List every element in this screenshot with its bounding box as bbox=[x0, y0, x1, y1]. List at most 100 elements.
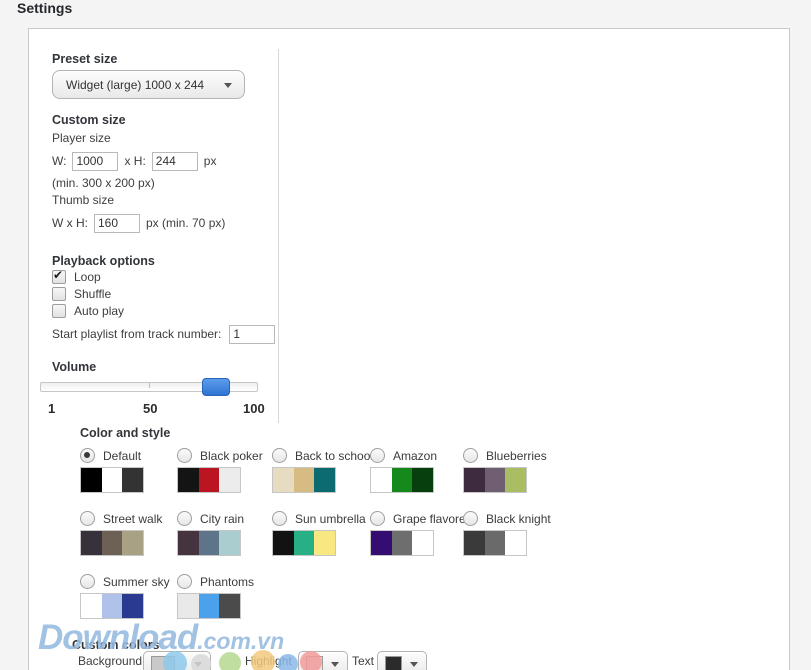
style-option-summer-sky[interactable]: Summer sky bbox=[80, 574, 172, 619]
color-swatch bbox=[178, 468, 199, 492]
style-option-blueberries[interactable]: Blueberries bbox=[463, 448, 555, 493]
color-swatch bbox=[199, 594, 220, 618]
color-swatch bbox=[412, 531, 433, 555]
radio-blueberries[interactable] bbox=[463, 448, 478, 463]
style-label-sun-umbrella: Sun umbrella bbox=[295, 512, 366, 526]
volume-max-label: 100 bbox=[243, 401, 265, 416]
style-label-phantoms: Phantoms bbox=[200, 575, 254, 589]
color-swatch bbox=[199, 468, 220, 492]
autoplay-option[interactable]: Auto play bbox=[52, 304, 124, 318]
radio-city-rain[interactable] bbox=[177, 511, 192, 526]
style-swatches-amazon bbox=[370, 467, 434, 493]
thumb-size-input[interactable] bbox=[94, 214, 140, 233]
preset-size-value: Widget (large) 1000 x 244 bbox=[53, 78, 204, 92]
style-label-back-to-school: Back to school bbox=[295, 449, 373, 463]
shuffle-label: Shuffle bbox=[74, 287, 111, 301]
color-swatch bbox=[505, 531, 526, 555]
style-option-grape-flavored[interactable]: Grape flavored bbox=[370, 511, 462, 556]
style-label-grape-flavored: Grape flavored bbox=[393, 512, 472, 526]
radio-black-knight[interactable] bbox=[463, 511, 478, 526]
radio-street-walk[interactable] bbox=[80, 511, 95, 526]
style-swatches-city-rain bbox=[177, 530, 241, 556]
style-option-amazon[interactable]: Amazon bbox=[370, 448, 462, 493]
highlight-color-dropdown[interactable] bbox=[298, 651, 348, 670]
color-swatch bbox=[102, 594, 123, 618]
radio-phantoms[interactable] bbox=[177, 574, 192, 589]
background-color-dropdown[interactable] bbox=[143, 651, 211, 670]
loop-option[interactable]: Loop bbox=[52, 270, 101, 284]
page-title: Settings bbox=[17, 0, 72, 16]
player-height-input[interactable] bbox=[152, 152, 198, 171]
color-swatch bbox=[485, 468, 506, 492]
radio-sun-umbrella[interactable] bbox=[272, 511, 287, 526]
px-label: px bbox=[204, 154, 217, 168]
player-width-input[interactable] bbox=[72, 152, 118, 171]
style-option-black-knight[interactable]: Black knight bbox=[463, 511, 555, 556]
color-swatch bbox=[122, 531, 143, 555]
radio-black-poker[interactable] bbox=[177, 448, 192, 463]
radio-amazon[interactable] bbox=[370, 448, 385, 463]
color-swatch bbox=[485, 531, 506, 555]
color-swatch bbox=[102, 468, 123, 492]
start-track-label: Start playlist from track number: bbox=[52, 327, 221, 341]
text-swatch bbox=[385, 656, 402, 670]
radio-grape-flavored[interactable] bbox=[370, 511, 385, 526]
style-swatches-street-walk bbox=[80, 530, 144, 556]
style-option-default[interactable]: Default bbox=[80, 448, 172, 493]
shuffle-option[interactable]: Shuffle bbox=[52, 287, 111, 301]
style-option-sun-umbrella[interactable]: Sun umbrella bbox=[272, 511, 364, 556]
volume-slider-handle[interactable] bbox=[202, 378, 230, 396]
height-label: x H: bbox=[124, 154, 145, 168]
custom-size-heading: Custom size bbox=[52, 113, 126, 127]
color-swatch bbox=[81, 468, 102, 492]
color-swatch bbox=[219, 531, 240, 555]
color-swatch bbox=[412, 468, 433, 492]
color-swatch bbox=[81, 594, 102, 618]
radio-summer-sky[interactable] bbox=[80, 574, 95, 589]
color-swatch bbox=[81, 531, 102, 555]
style-option-black-poker[interactable]: Black poker bbox=[177, 448, 269, 493]
autoplay-checkbox[interactable] bbox=[52, 304, 66, 318]
style-option-city-rain[interactable]: City rain bbox=[177, 511, 269, 556]
style-option-street-walk[interactable]: Street walk bbox=[80, 511, 172, 556]
vertical-divider bbox=[278, 49, 279, 423]
style-label-summer-sky: Summer sky bbox=[103, 575, 170, 589]
settings-screen: Settings Preset size Widget (large) 1000… bbox=[0, 0, 811, 670]
style-swatches-black-poker bbox=[177, 467, 241, 493]
background-swatch bbox=[151, 656, 175, 670]
chevron-down-icon bbox=[224, 83, 232, 88]
style-label-city-rain: City rain bbox=[200, 512, 244, 526]
style-option-back-to-school[interactable]: Back to school bbox=[272, 448, 364, 493]
color-swatch bbox=[273, 531, 294, 555]
color-swatch bbox=[294, 531, 315, 555]
color-swatch bbox=[122, 468, 143, 492]
highlight-label: Highlight bbox=[245, 654, 292, 668]
style-label-black-knight: Black knight bbox=[486, 512, 551, 526]
style-option-phantoms[interactable]: Phantoms bbox=[177, 574, 269, 619]
thumb-min-note: px (min. 70 px) bbox=[146, 216, 225, 230]
style-swatches-grape-flavored bbox=[370, 530, 434, 556]
style-swatches-phantoms bbox=[177, 593, 241, 619]
color-swatch bbox=[314, 468, 335, 492]
color-swatch bbox=[392, 468, 413, 492]
shuffle-checkbox[interactable] bbox=[52, 287, 66, 301]
radio-default[interactable] bbox=[80, 448, 95, 463]
radio-back-to-school[interactable] bbox=[272, 448, 287, 463]
chevron-down-icon bbox=[410, 662, 418, 667]
thumb-wh-label: W x H: bbox=[52, 216, 88, 230]
style-label-black-poker: Black poker bbox=[200, 449, 263, 463]
color-swatch bbox=[371, 468, 392, 492]
start-track-input[interactable] bbox=[229, 325, 275, 344]
loop-label: Loop bbox=[74, 270, 101, 284]
custom-colors-heading: Custom colors bbox=[72, 638, 160, 652]
width-label: W: bbox=[52, 154, 66, 168]
highlight-swatch bbox=[306, 656, 323, 670]
color-swatch bbox=[273, 468, 294, 492]
loop-checkbox[interactable] bbox=[52, 270, 66, 284]
text-color-label: Text bbox=[352, 654, 374, 668]
style-label-amazon: Amazon bbox=[393, 449, 437, 463]
preset-size-dropdown[interactable]: Widget (large) 1000 x 244 bbox=[52, 70, 245, 99]
text-color-dropdown[interactable] bbox=[377, 651, 427, 670]
color-swatch bbox=[122, 594, 143, 618]
style-swatches-back-to-school bbox=[272, 467, 336, 493]
